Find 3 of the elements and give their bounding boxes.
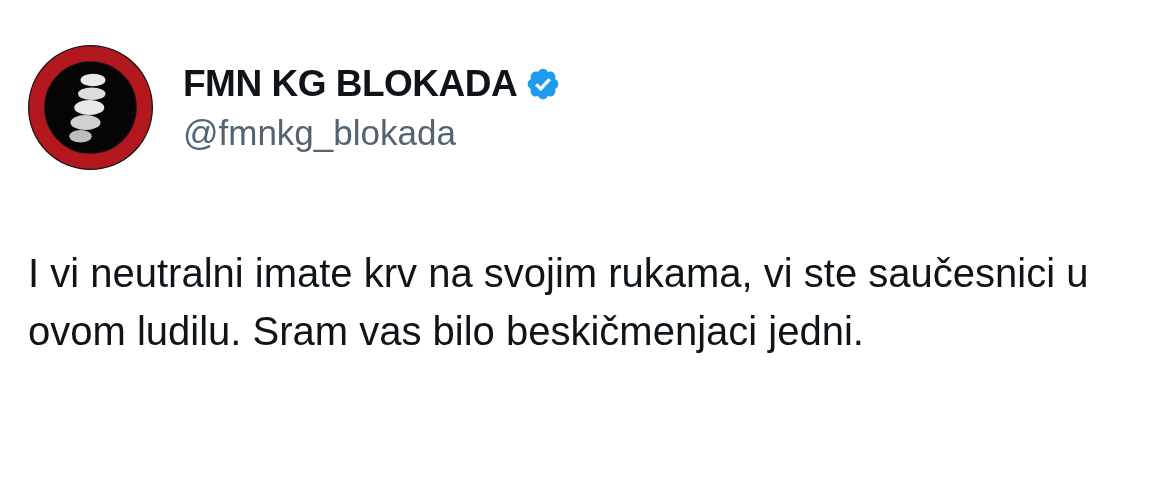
author-handle[interactable]: @fmnkg_blokada bbox=[183, 112, 562, 153]
author-name[interactable]: FMN KG BLOKADA bbox=[183, 62, 518, 105]
tweet-text: I vi neutralni imate krv na svojim rukama, vi ste saučesnici u ovom ludilu. Sram vas bilo beskičmenjaci jedni. bbox=[28, 250, 1090, 355]
